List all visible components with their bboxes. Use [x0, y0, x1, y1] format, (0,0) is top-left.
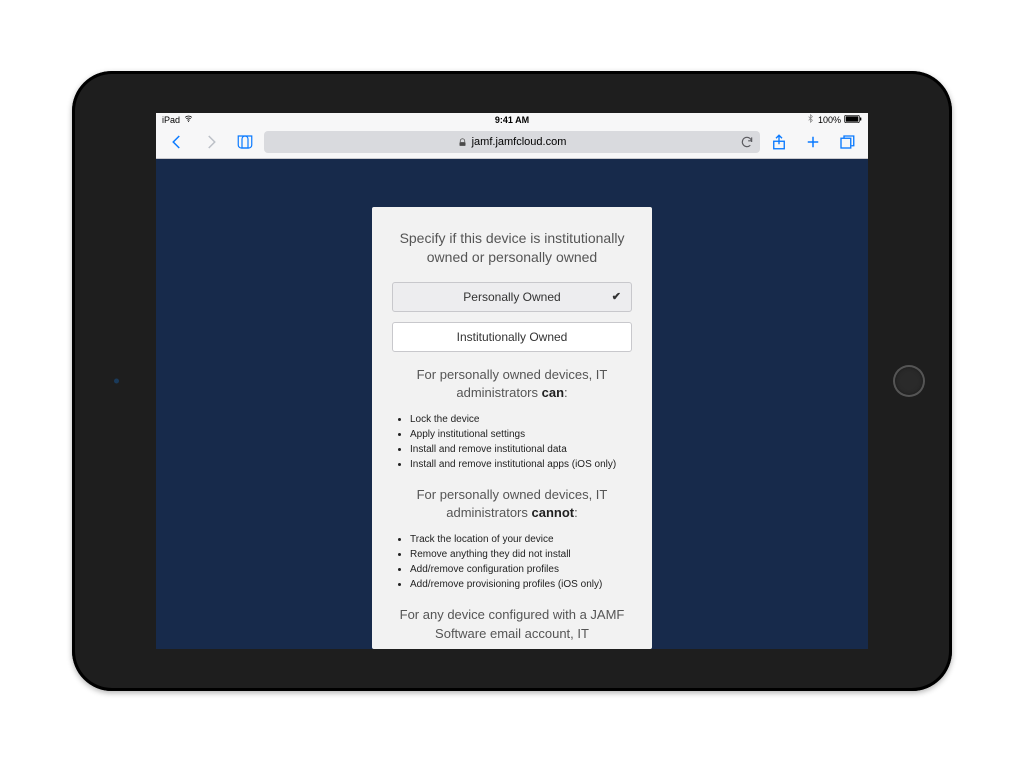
battery-percentage-label: 100%	[818, 115, 841, 125]
tabs-button[interactable]	[832, 128, 862, 156]
check-icon: ✔	[612, 283, 621, 311]
url-bar[interactable]: jamf.jamfcloud.com	[264, 131, 760, 153]
option-personally-owned[interactable]: Personally Owned ✔	[392, 282, 632, 312]
option-label: Institutionally Owned	[457, 330, 568, 344]
lock-icon	[458, 138, 467, 147]
list-item: Add/remove provisioning profiles (iOS on…	[410, 577, 632, 592]
forward-button[interactable]	[196, 128, 226, 156]
enrollment-card: Specify if this device is institutionall…	[372, 207, 652, 649]
battery-icon	[844, 115, 862, 125]
option-label: Personally Owned	[463, 290, 560, 304]
reload-icon[interactable]	[740, 135, 754, 149]
ipad-device-frame: iPad 9:41 AM 100%	[72, 71, 952, 691]
share-button[interactable]	[764, 128, 794, 156]
carrier-label: iPad	[162, 115, 180, 125]
safari-toolbar: jamf.jamfcloud.com	[156, 127, 868, 159]
ipad-screen: iPad 9:41 AM 100%	[156, 113, 868, 649]
option-institutionally-owned[interactable]: Institutionally Owned	[392, 322, 632, 352]
can-heading: For personally owned devices, IT adminis…	[392, 366, 632, 402]
list-item: Apply institutional settings	[410, 427, 632, 442]
bookmarks-button[interactable]	[230, 128, 260, 156]
page-content: Specify if this device is institutionall…	[156, 159, 868, 649]
list-item: Track the location of your device	[410, 532, 632, 547]
list-item: Remove anything they did not install	[410, 547, 632, 562]
home-button[interactable]	[893, 365, 925, 397]
list-item: Install and remove institutional data	[410, 442, 632, 457]
camera-icon	[114, 378, 119, 383]
wifi-icon	[184, 114, 193, 125]
email-note: For any device configured with a JAMF So…	[392, 606, 632, 642]
can-list: Lock the device Apply institutional sett…	[392, 412, 632, 472]
card-heading: Specify if this device is institutionall…	[392, 229, 632, 268]
url-text: jamf.jamfcloud.com	[472, 136, 567, 148]
clock-label: 9:41 AM	[395, 115, 628, 125]
list-item: Lock the device	[410, 412, 632, 427]
cannot-list: Track the location of your device Remove…	[392, 532, 632, 592]
list-item: Install and remove institutional apps (i…	[410, 457, 632, 472]
bluetooth-icon	[806, 114, 815, 125]
new-tab-button[interactable]	[798, 128, 828, 156]
cannot-heading: For personally owned devices, IT adminis…	[392, 486, 632, 522]
ios-statusbar: iPad 9:41 AM 100%	[156, 113, 868, 127]
list-item: Add/remove configuration profiles	[410, 562, 632, 577]
back-button[interactable]	[162, 128, 192, 156]
